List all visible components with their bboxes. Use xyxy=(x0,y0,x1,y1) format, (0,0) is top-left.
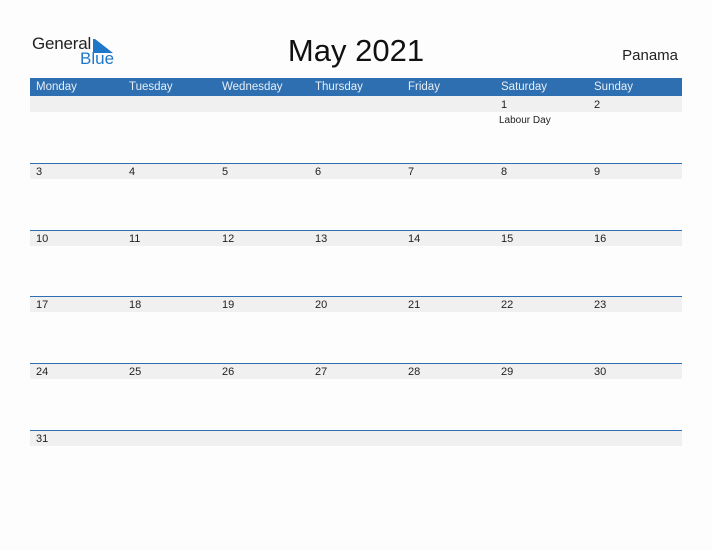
day-cell xyxy=(309,96,402,163)
weekday-wednesday: Wednesday xyxy=(222,81,283,93)
day-number: 2 xyxy=(594,99,601,111)
day-cell: 12 xyxy=(216,230,309,297)
day-number: 14 xyxy=(408,233,421,245)
day-cell: 2 xyxy=(588,96,681,163)
day-number: 29 xyxy=(501,366,514,378)
day-number: 10 xyxy=(36,233,49,245)
day-number: 20 xyxy=(315,299,328,311)
day-cell: 17 xyxy=(30,296,123,363)
week-row: 3 4 5 6 7 8 9 xyxy=(30,163,682,230)
day-number: 21 xyxy=(408,299,421,311)
day-cell: 16 xyxy=(588,230,681,297)
day-number: 26 xyxy=(222,366,235,378)
country-label: Panama xyxy=(622,47,678,64)
day-number: 4 xyxy=(129,166,136,178)
week-row: 17 18 19 20 21 22 23 xyxy=(30,296,682,363)
day-cell: 22 xyxy=(495,296,588,363)
day-cell: 11 xyxy=(123,230,216,297)
calendar-title: May 2021 xyxy=(287,33,425,68)
day-cell: 1 Labour Day xyxy=(495,96,588,163)
day-number: 8 xyxy=(501,166,508,178)
day-cell: 24 xyxy=(30,363,123,430)
weekday-tuesday: Tuesday xyxy=(129,81,173,93)
day-number: 22 xyxy=(501,299,514,311)
day-number: 17 xyxy=(36,299,49,311)
day-number: 3 xyxy=(36,166,43,178)
day-number: 13 xyxy=(315,233,328,245)
day-cell: 23 xyxy=(588,296,681,363)
weekday-friday: Friday xyxy=(408,81,440,93)
day-number: 6 xyxy=(315,166,322,178)
day-cell xyxy=(588,430,681,497)
day-cell xyxy=(495,430,588,497)
holiday-label: Labour Day xyxy=(499,115,551,126)
day-cell: 21 xyxy=(402,296,495,363)
day-cell: 19 xyxy=(216,296,309,363)
day-cell: 6 xyxy=(309,163,402,230)
week-row: 1 Labour Day 2 xyxy=(30,96,682,163)
weekday-monday: Monday xyxy=(36,81,77,93)
day-cell: 13 xyxy=(309,230,402,297)
day-cell: 5 xyxy=(216,163,309,230)
day-cell xyxy=(309,430,402,497)
day-cell: 3 xyxy=(30,163,123,230)
day-cell: 9 xyxy=(588,163,681,230)
day-number: 1 xyxy=(501,99,508,111)
day-number: 5 xyxy=(222,166,229,178)
weekday-thursday: Thursday xyxy=(315,81,363,93)
day-number: 19 xyxy=(222,299,235,311)
day-number: 28 xyxy=(408,366,421,378)
day-number: 31 xyxy=(36,433,49,445)
day-cell: 25 xyxy=(123,363,216,430)
day-number: 18 xyxy=(129,299,142,311)
day-cell xyxy=(216,96,309,163)
weekday-header: Monday Tuesday Wednesday Thursday Friday… xyxy=(30,78,682,96)
day-number: 7 xyxy=(408,166,415,178)
day-cell xyxy=(123,96,216,163)
day-cell: 18 xyxy=(123,296,216,363)
day-cell: 31 xyxy=(30,430,123,497)
week-row: 31 xyxy=(30,430,682,497)
weekday-sunday: Sunday xyxy=(594,81,634,93)
day-cell: 28 xyxy=(402,363,495,430)
day-number: 30 xyxy=(594,366,607,378)
day-number: 16 xyxy=(594,233,607,245)
day-cell: 15 xyxy=(495,230,588,297)
day-number: 25 xyxy=(129,366,142,378)
day-number: 15 xyxy=(501,233,514,245)
day-number: 24 xyxy=(36,366,49,378)
week-row: 10 11 12 13 14 15 16 xyxy=(30,230,682,297)
day-cell: 4 xyxy=(123,163,216,230)
day-cell: 30 xyxy=(588,363,681,430)
day-cell: 29 xyxy=(495,363,588,430)
weekday-saturday: Saturday xyxy=(501,81,548,93)
day-cell xyxy=(402,96,495,163)
day-cell: 26 xyxy=(216,363,309,430)
day-number: 11 xyxy=(129,233,141,245)
day-number: 27 xyxy=(315,366,328,378)
day-cell: 27 xyxy=(309,363,402,430)
day-number: 23 xyxy=(594,299,607,311)
day-cell xyxy=(216,430,309,497)
day-number: 9 xyxy=(594,166,601,178)
day-cell xyxy=(123,430,216,497)
day-cell: 8 xyxy=(495,163,588,230)
day-cell: 7 xyxy=(402,163,495,230)
week-row: 24 25 26 27 28 29 30 xyxy=(30,363,682,430)
day-cell xyxy=(30,96,123,163)
day-cell: 20 xyxy=(309,296,402,363)
day-number: 12 xyxy=(222,233,235,245)
day-cell: 10 xyxy=(30,230,123,297)
day-cell: 14 xyxy=(402,230,495,297)
day-cell xyxy=(402,430,495,497)
